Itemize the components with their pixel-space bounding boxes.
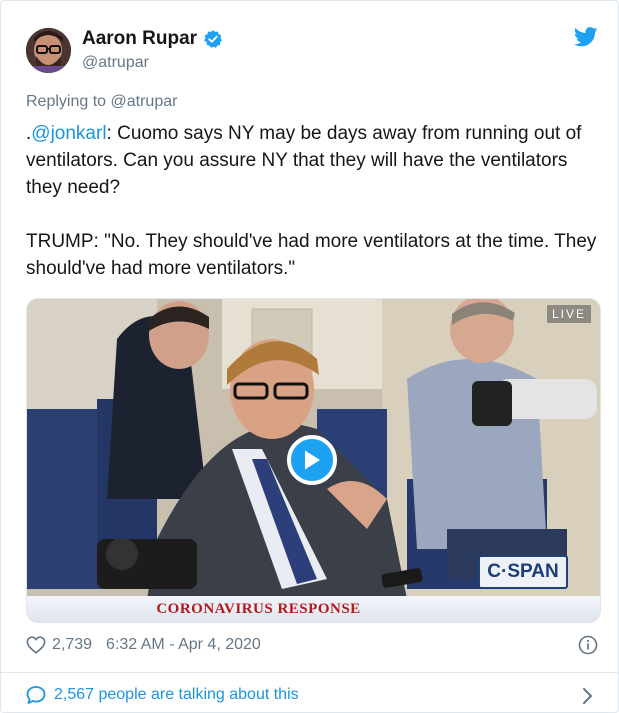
- avatar[interactable]: [26, 28, 71, 73]
- author-handle[interactable]: @atrupar: [82, 54, 149, 72]
- conversation-link[interactable]: 2,567 people are talking about this: [26, 685, 299, 705]
- tweet-stats: 2,739 6:32 AM - Apr 4, 2020: [26, 636, 261, 654]
- conversation-label: 2,567 people are talking about this: [54, 686, 299, 703]
- speech-bubble-icon: [26, 686, 46, 704]
- play-icon: [305, 450, 320, 470]
- replying-to: Replying to @atrupar: [26, 93, 177, 111]
- twitter-bird-icon[interactable]: [574, 27, 598, 47]
- like-count: 2,739: [52, 636, 93, 653]
- chevron-right-icon[interactable]: [580, 687, 594, 705]
- video-media[interactable]: LIVE C·SPAN CORONAVIRUS RESPONSE: [26, 298, 601, 623]
- video-banner: CORONAVIRUS RESPONSE: [27, 596, 600, 622]
- cspan-logo: C·SPAN: [478, 555, 568, 589]
- verified-badge-icon: [204, 30, 222, 48]
- replying-to-link[interactable]: @atrupar: [111, 93, 178, 110]
- tweet-timestamp[interactable]: 6:32 AM - Apr 4, 2020: [106, 636, 261, 654]
- info-icon[interactable]: [578, 635, 598, 655]
- author-display-name[interactable]: Aaron Rupar: [82, 28, 197, 50]
- tweet-body: : Cuomo says NY may be days away from ru…: [26, 123, 597, 279]
- author-name-row: Aaron Rupar: [82, 28, 223, 50]
- live-indicator: LIVE: [546, 305, 591, 323]
- replying-prefix: Replying to: [26, 93, 111, 110]
- banner-text: CORONAVIRUS RESPONSE: [156, 600, 361, 617]
- embedded-tweet-card: Aaron Rupar @atrupar Replying to @atrupa…: [0, 0, 619, 713]
- mention-link[interactable]: @jonkarl: [31, 123, 106, 144]
- divider: [1, 672, 618, 673]
- like-button[interactable]: 2,739: [26, 636, 92, 654]
- heart-icon: [26, 636, 46, 654]
- play-button[interactable]: [287, 435, 337, 485]
- tweet-text: .@jonkarl: Cuomo says NY may be days awa…: [26, 120, 601, 282]
